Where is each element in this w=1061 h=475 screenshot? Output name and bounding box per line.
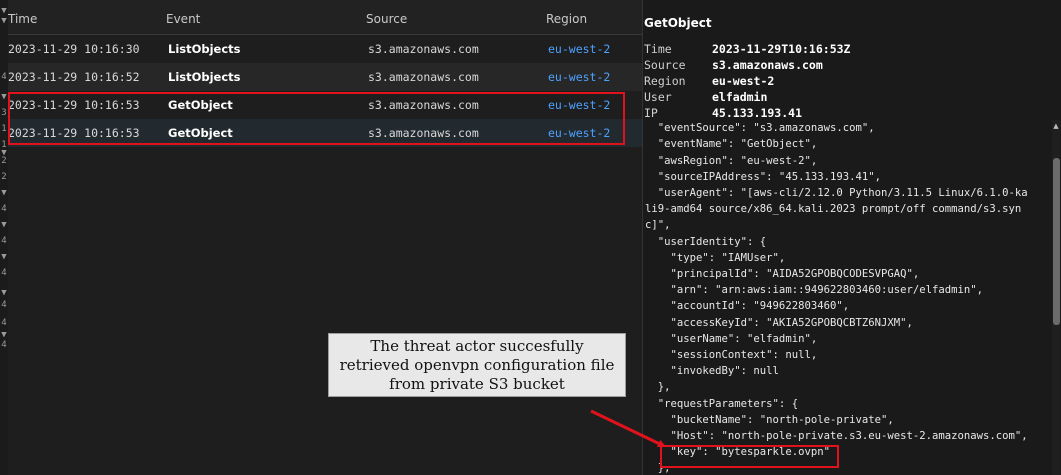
annotation-arrow-icon [590, 409, 666, 448]
